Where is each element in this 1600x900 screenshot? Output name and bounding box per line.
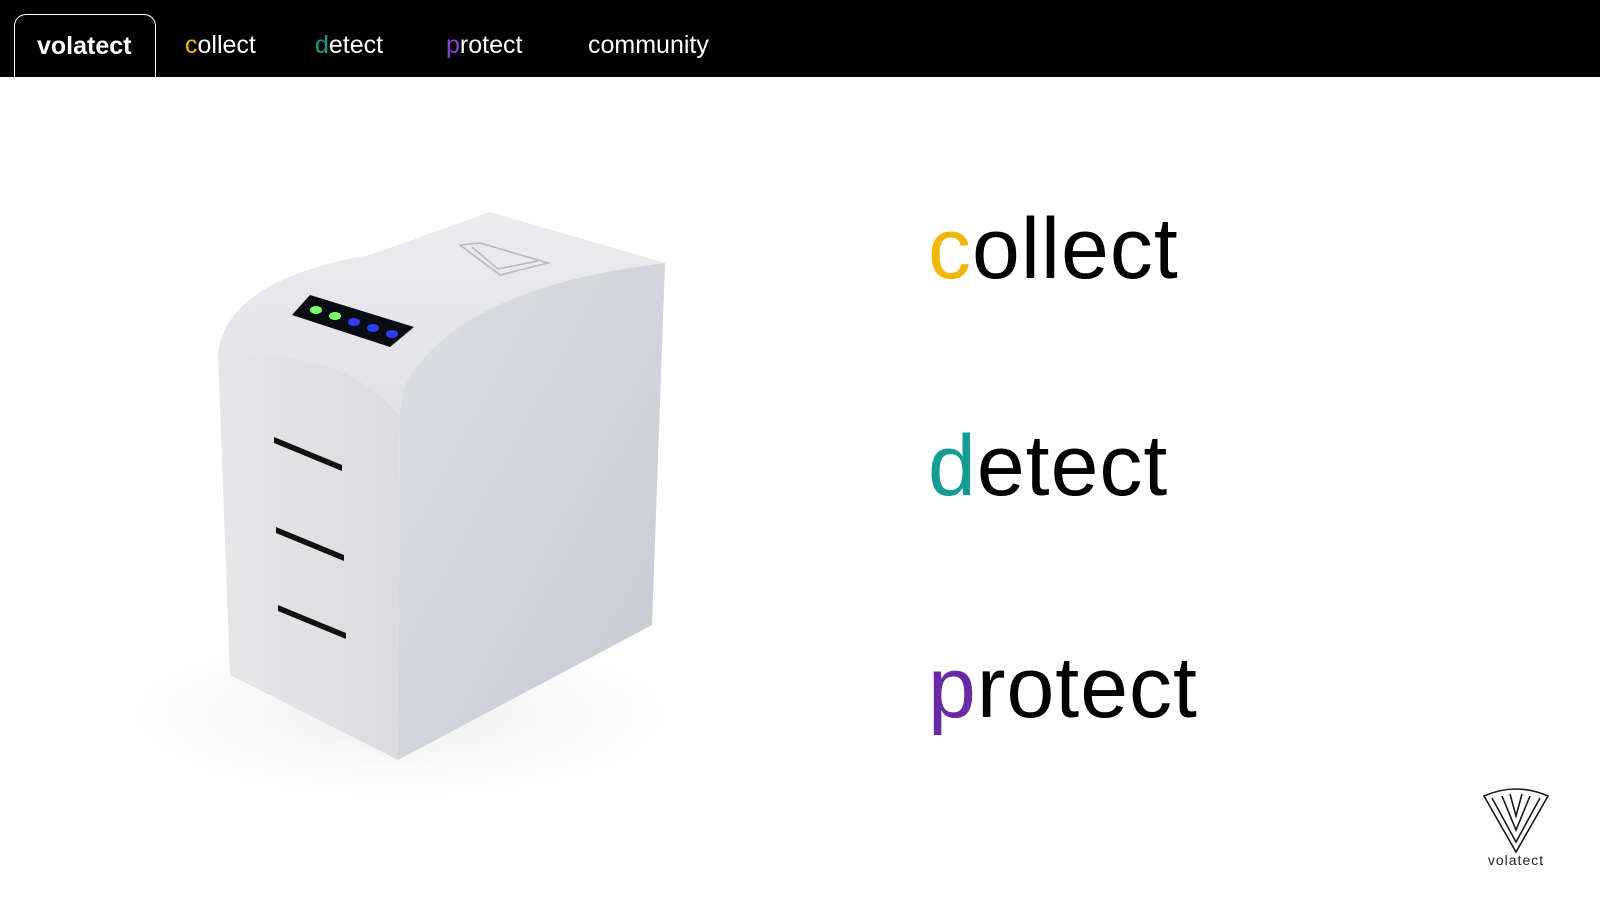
brand-label: volatect <box>1487 852 1545 868</box>
hero-collect-initial: c <box>928 201 972 297</box>
hero-word-collect: collect <box>928 206 1179 292</box>
tab-volatect[interactable]: volatect <box>14 14 156 77</box>
hero-detect-initial: d <box>928 418 977 514</box>
hero-detect-rest: etect <box>976 418 1169 514</box>
tab-volatect-label: volatect <box>37 32 132 60</box>
hero-protect-rest: rotect <box>976 640 1198 736</box>
hero-collect-rest: ollect <box>972 201 1179 297</box>
device-led <box>348 318 360 326</box>
top-nav: volatect collect detect protect communit… <box>0 0 1600 77</box>
tab-collect-initial: c <box>185 31 198 59</box>
hero-word-detect: detect <box>928 423 1168 509</box>
tab-detect-initial: d <box>315 31 329 59</box>
tab-protect-label: rotect <box>459 31 523 59</box>
device-led <box>329 312 341 320</box>
tab-detect[interactable]: detect <box>315 14 383 77</box>
tab-detect-label: etect <box>328 31 384 59</box>
device-led <box>367 324 379 332</box>
tab-protect-initial: p <box>446 31 460 59</box>
tab-community[interactable]: community <box>588 14 709 77</box>
hero-protect-initial: p <box>928 640 977 736</box>
device-led <box>386 330 398 338</box>
tab-protect[interactable]: protect <box>446 14 522 77</box>
hero-word-protect: protect <box>928 645 1198 731</box>
tab-collect[interactable]: collect <box>185 14 256 77</box>
tab-collect-label: ollect <box>197 31 256 59</box>
device-image <box>40 212 760 825</box>
device-led <box>310 306 322 314</box>
tab-community-label: community <box>588 31 709 59</box>
